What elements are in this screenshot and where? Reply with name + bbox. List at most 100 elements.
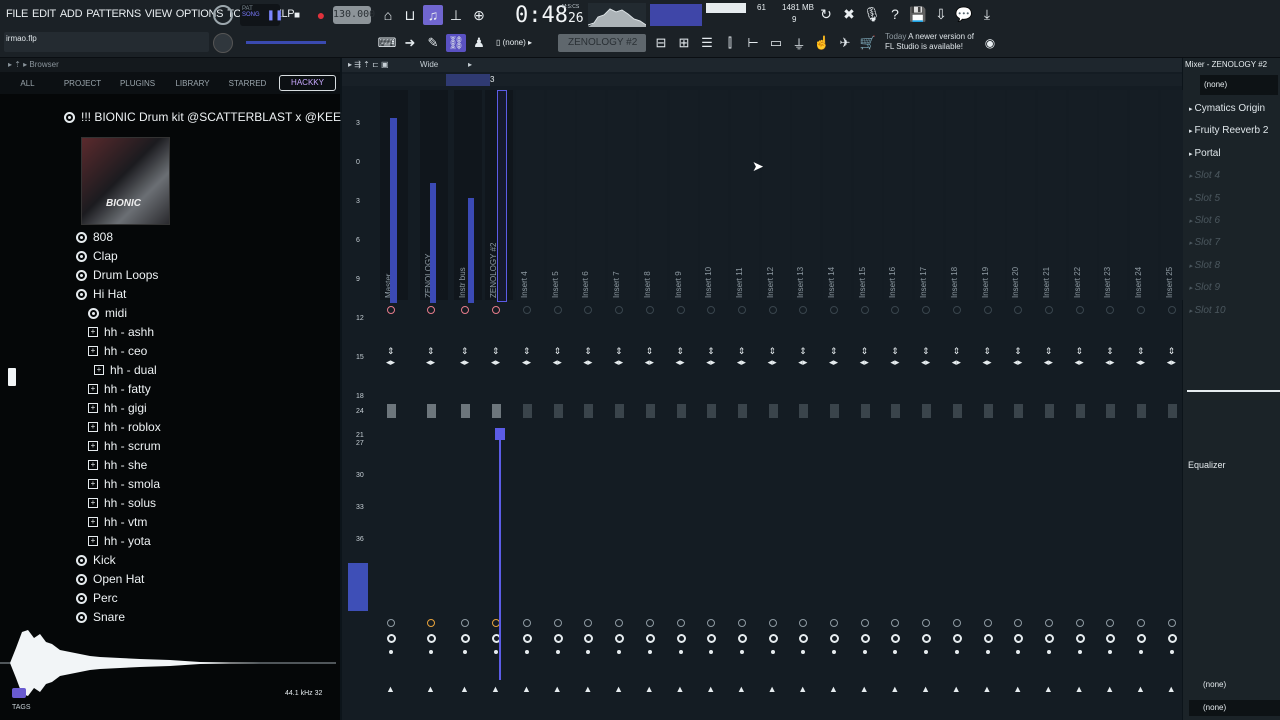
- route-dot-icon[interactable]: [709, 650, 714, 654]
- mixer-track[interactable]: [669, 90, 698, 300]
- volume-fader[interactable]: [492, 404, 501, 418]
- pattern-selector[interactable]: ZENOLOGY #2: [558, 34, 646, 52]
- tree-item[interactable]: + hh - scrum: [88, 439, 161, 453]
- channel-target-select[interactable]: ▯ (none) ▸: [496, 34, 548, 52]
- effect-slot[interactable]: ▸ Slot 10: [1189, 305, 1226, 316]
- route-arrow-icon[interactable]: ▲: [983, 684, 992, 694]
- route-arrow-icon[interactable]: ▲: [1105, 684, 1114, 694]
- pan-knob-icon[interactable]: ⇕: [830, 346, 838, 357]
- route-arrow-icon[interactable]: ▲: [860, 684, 869, 694]
- track-enable-icon[interactable]: [707, 306, 716, 314]
- pan-knob-icon[interactable]: ⇕: [1076, 346, 1084, 357]
- mixer-track[interactable]: [608, 90, 637, 300]
- globe-icon[interactable]: ◉: [980, 33, 1000, 53]
- tree-item[interactable]: Hi Hat: [76, 287, 126, 301]
- send-knob-icon[interactable]: [427, 619, 435, 627]
- fx-toggle-icon[interactable]: [1014, 634, 1024, 643]
- track-enable-icon[interactable]: [922, 306, 931, 314]
- stereo-sep-icon[interactable]: ◂▸: [860, 357, 869, 368]
- stop-button[interactable]: ■: [287, 5, 307, 25]
- stereo-sep-icon[interactable]: ◂▸: [983, 357, 992, 368]
- route-dot-icon[interactable]: [770, 650, 775, 654]
- volume-fader[interactable]: [387, 404, 396, 418]
- send-knob-icon[interactable]: [615, 619, 624, 627]
- pan-knob-icon[interactable]: ⇕: [615, 346, 623, 357]
- news-panel[interactable]: Today A newer version of FL Studio is av…: [885, 32, 980, 52]
- menu-patterns[interactable]: PATTERNS: [86, 8, 141, 20]
- route-arrow-icon[interactable]: ▲: [460, 684, 469, 694]
- pan-knob-icon[interactable]: ⇕: [584, 346, 592, 357]
- send-knob-icon[interactable]: [1106, 619, 1115, 627]
- save-icon[interactable]: 💾: [908, 4, 928, 24]
- pan-knob-icon[interactable]: ⇕: [1168, 346, 1176, 357]
- volume-fader[interactable]: [645, 404, 655, 418]
- route-dot-icon[interactable]: [429, 650, 433, 654]
- tree-item[interactable]: + hh - vtm: [88, 515, 147, 529]
- fx-toggle-icon[interactable]: [387, 634, 396, 643]
- volume-fader[interactable]: [523, 404, 532, 418]
- volume-fader[interactable]: [1075, 404, 1085, 418]
- route-dot-icon[interactable]: [739, 650, 744, 654]
- plugin-database-icon[interactable]: ✈: [835, 34, 855, 52]
- route-dot-icon[interactable]: [1046, 650, 1051, 654]
- tree-item[interactable]: + hh - ceo: [88, 344, 147, 358]
- route-dot-icon[interactable]: [525, 650, 529, 654]
- channel-rack-icon[interactable]: ☰: [697, 34, 717, 52]
- stereo-sep-icon[interactable]: ◂▸: [1105, 357, 1114, 368]
- tree-item[interactable]: Snare: [76, 610, 125, 624]
- help-icon[interactable]: ?: [885, 4, 905, 24]
- effect-slot[interactable]: ▸ Fruity Reeverb 2: [1189, 125, 1268, 136]
- fx-toggle-icon[interactable]: [707, 634, 717, 643]
- stereo-sep-icon[interactable]: ◂▸: [386, 357, 395, 368]
- fx-toggle-icon[interactable]: [1106, 634, 1116, 643]
- plugin-picker-icon[interactable]: ⏚: [789, 34, 809, 52]
- send-knob-icon[interactable]: [768, 619, 777, 627]
- send-knob-icon[interactable]: [553, 619, 562, 627]
- volume-fader[interactable]: [461, 404, 470, 418]
- route-dot-icon[interactable]: [1016, 650, 1021, 654]
- track-enable-icon[interactable]: [952, 306, 961, 314]
- volume-fader[interactable]: [799, 404, 809, 418]
- mixer-menu-icon[interactable]: ▸ ⇶ ⇡ ⊏ ▣: [348, 60, 389, 69]
- send-knob-icon[interactable]: [799, 619, 808, 627]
- route-dot-icon[interactable]: [954, 650, 959, 654]
- tab-project[interactable]: PROJECT: [55, 79, 110, 88]
- track-enable-icon[interactable]: [1014, 306, 1023, 314]
- send-knob-icon[interactable]: [860, 619, 869, 627]
- tree-item[interactable]: + hh - ashh: [88, 325, 154, 339]
- playlist-icon[interactable]: ⊟: [651, 34, 671, 52]
- volume-fader[interactable]: [860, 404, 870, 418]
- volume-fader[interactable]: [922, 404, 932, 418]
- route-arrow-icon[interactable]: ▲: [1075, 684, 1084, 694]
- route-arrow-icon[interactable]: ▲: [386, 684, 395, 694]
- fx-toggle-icon[interactable]: [860, 634, 870, 643]
- fx-toggle-icon[interactable]: [427, 634, 436, 643]
- route-dot-icon[interactable]: [985, 650, 990, 654]
- send-knob-icon[interactable]: [830, 619, 838, 627]
- route-arrow-icon[interactable]: ▲: [614, 684, 623, 694]
- stereo-sep-icon[interactable]: ◂▸: [1136, 357, 1145, 368]
- fx-toggle-icon[interactable]: [983, 634, 993, 643]
- tab-all[interactable]: ALL: [0, 79, 55, 88]
- route-arrow-icon[interactable]: ▲: [921, 684, 930, 694]
- browser-tree-icon[interactable]: ⊢: [743, 34, 763, 52]
- stereo-sep-icon[interactable]: ◂▸: [768, 357, 777, 368]
- fx-toggle-icon[interactable]: [553, 634, 563, 643]
- stereo-sep-icon[interactable]: ◂▸: [645, 357, 654, 368]
- track-enable-icon[interactable]: [1167, 306, 1176, 314]
- track-enable-icon[interactable]: [553, 306, 562, 314]
- route-arrow-icon[interactable]: ▲: [426, 684, 435, 694]
- sample-preview[interactable]: [0, 628, 340, 698]
- send-knob-icon[interactable]: [387, 619, 395, 627]
- pan-knob-icon[interactable]: ⇕: [461, 346, 469, 357]
- track-enable-icon[interactable]: [387, 306, 395, 314]
- project-file-icon[interactable]: ▭: [766, 34, 786, 52]
- tree-item[interactable]: midi: [88, 306, 127, 320]
- volume-fader[interactable]: [952, 404, 962, 418]
- output-select[interactable]: (none): [1189, 700, 1280, 716]
- stamp-icon[interactable]: ♟: [469, 34, 489, 52]
- pencil-icon[interactable]: ✎: [423, 34, 443, 52]
- volume-fader[interactable]: [830, 404, 839, 418]
- track-enable-icon[interactable]: [1075, 306, 1084, 314]
- track-enable-icon[interactable]: [983, 306, 992, 314]
